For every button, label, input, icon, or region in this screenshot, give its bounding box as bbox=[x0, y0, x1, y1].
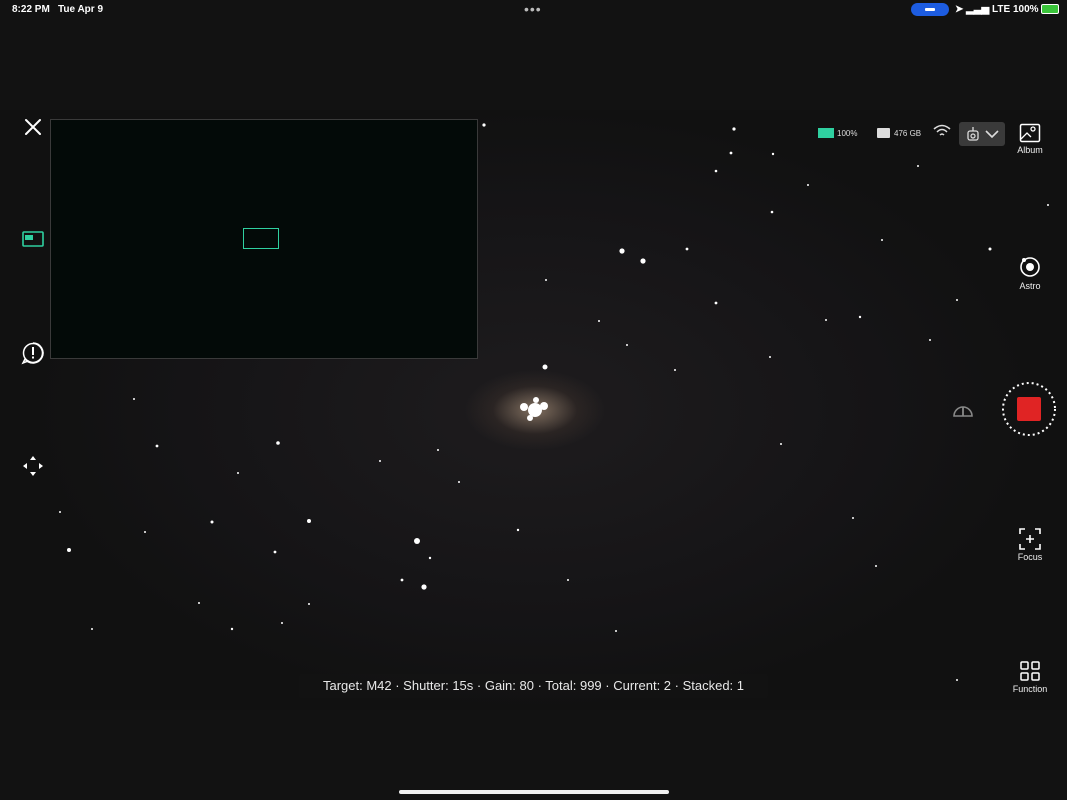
record-stop-button[interactable] bbox=[1001, 381, 1057, 437]
device-battery: 100% bbox=[818, 128, 857, 138]
gauge-icon bbox=[953, 406, 973, 417]
focus-button[interactable]: Focus bbox=[1009, 528, 1051, 562]
move-button[interactable] bbox=[22, 455, 44, 477]
album-button[interactable]: Album bbox=[1009, 123, 1051, 155]
close-icon bbox=[25, 119, 41, 135]
wifi-icon bbox=[933, 124, 951, 136]
camera-viewport[interactable]: 100% 476 GB Album Astro Focus Function T… bbox=[0, 110, 1067, 710]
function-label: Function bbox=[1012, 684, 1048, 694]
active-app-pill-icon bbox=[911, 3, 949, 16]
astro-button[interactable]: Astro bbox=[1009, 255, 1051, 291]
focus-icon bbox=[1019, 528, 1041, 550]
device-battery-icon bbox=[818, 128, 834, 138]
signal-icon: ▂▃▅ bbox=[966, 4, 990, 15]
close-button[interactable] bbox=[22, 116, 44, 138]
status-date: Tue Apr 9 bbox=[58, 4, 104, 15]
home-indicator[interactable] bbox=[399, 790, 669, 794]
grid-icon bbox=[1020, 661, 1040, 681]
album-icon bbox=[1019, 123, 1041, 143]
chevron-down-icon bbox=[985, 130, 999, 139]
focus-label: Focus bbox=[1017, 552, 1043, 562]
picture-in-picture-icon bbox=[22, 231, 44, 247]
status-right: ➤ ▂▃▅ LTE 100% bbox=[955, 4, 1060, 15]
capture-info-bar: Target: M42 · Shutter: 15s · Gain: 80 · … bbox=[299, 674, 768, 698]
storage-folder-icon bbox=[877, 128, 890, 138]
device-battery-value: 100% bbox=[837, 128, 858, 138]
battery-icon bbox=[1041, 4, 1060, 15]
ios-status-bar: 8:22 PM Tue Apr 9 ••• ➤ ▂▃▅ LTE 100% bbox=[0, 0, 1067, 20]
alert-bubble-icon bbox=[21, 342, 44, 365]
multitask-dots-icon[interactable]: ••• bbox=[524, 1, 542, 17]
telescope-device-icon bbox=[967, 127, 979, 141]
stop-icon bbox=[1017, 397, 1041, 421]
navigation-preview[interactable] bbox=[50, 119, 478, 359]
status-time: 8:22 PM bbox=[12, 4, 50, 15]
preview-toggle-button[interactable] bbox=[22, 230, 44, 248]
alert-button[interactable] bbox=[21, 341, 45, 365]
device-storage-value: 476 GB bbox=[894, 128, 922, 138]
device-selector[interactable] bbox=[959, 122, 1005, 146]
location-arrow-icon: ➤ bbox=[955, 4, 964, 15]
function-button[interactable]: Function bbox=[1009, 660, 1051, 694]
gauge-button[interactable] bbox=[952, 400, 974, 418]
astro-label: Astro bbox=[1019, 281, 1041, 291]
move-arrows-icon bbox=[23, 456, 43, 476]
album-label: Album bbox=[1017, 145, 1043, 155]
astro-icon bbox=[1020, 257, 1040, 277]
preview-frame-indicator[interactable] bbox=[243, 228, 279, 249]
status-network-battery: LTE 100% bbox=[992, 4, 1039, 15]
wifi-status[interactable] bbox=[933, 124, 951, 138]
device-storage: 476 GB bbox=[877, 128, 921, 138]
